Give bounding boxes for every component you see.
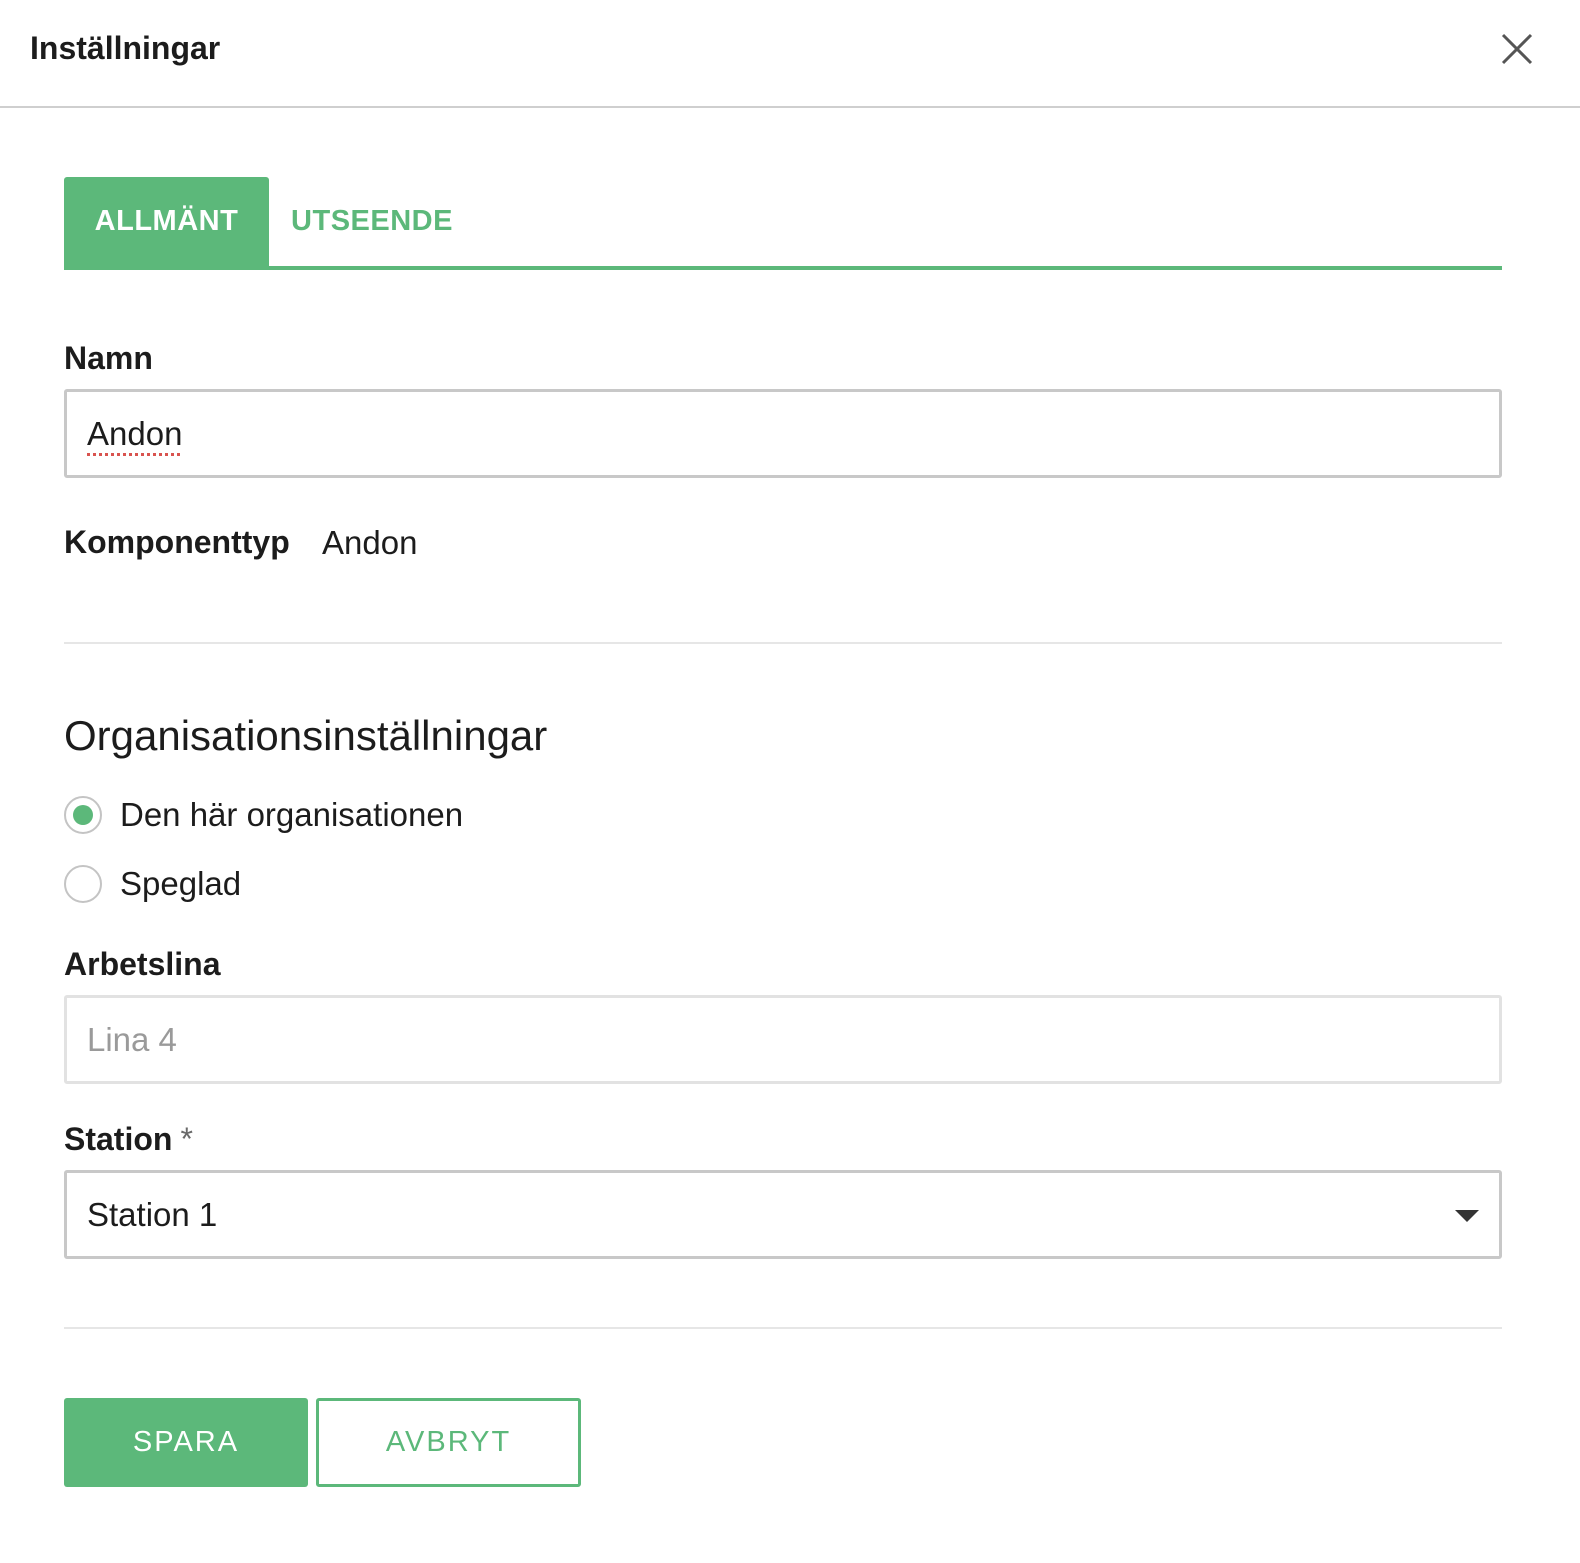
station-label-text: Station	[64, 1121, 173, 1157]
name-input[interactable]: Andon	[64, 389, 1502, 478]
dialog-title: Inställningar	[30, 30, 221, 66]
radio-label: Speglad	[120, 865, 242, 902]
cancel-button[interactable]: AVBRYT	[316, 1398, 581, 1487]
name-label: Namn	[64, 340, 153, 376]
close-button[interactable]	[1496, 28, 1538, 70]
save-button[interactable]: SPARA	[64, 1398, 308, 1487]
chevron-down-icon	[1455, 1210, 1479, 1222]
tab-bar: ALLMÄNT UTSEENDE	[64, 177, 1502, 270]
station-label: Station *	[64, 1121, 193, 1158]
work-line-label: Arbetslina	[64, 946, 221, 982]
radio-dot-icon	[73, 805, 93, 825]
component-type-label: Komponenttyp	[64, 524, 290, 560]
organization-settings-heading: Organisationsinställningar	[64, 712, 548, 759]
work-line-input: Lina 4	[64, 995, 1502, 1084]
work-line-value: Lina 4	[87, 1020, 177, 1058]
radio-mirrored[interactable]: Speglad	[64, 865, 241, 903]
component-type-value: Andon	[322, 524, 418, 561]
radio-button-selected[interactable]	[64, 796, 102, 834]
required-marker: *	[180, 1121, 193, 1157]
station-select[interactable]: Station 1	[64, 1170, 1502, 1259]
section-divider	[64, 642, 1502, 644]
tab-general[interactable]: ALLMÄNT	[64, 177, 269, 266]
station-select-value: Station 1	[87, 1195, 218, 1233]
tab-appearance[interactable]: UTSEENDE	[269, 177, 475, 266]
radio-this-organization[interactable]: Den här organisationen	[64, 796, 463, 834]
footer-divider	[64, 1327, 1502, 1329]
radio-button[interactable]	[64, 865, 102, 903]
dialog-header: Inställningar	[0, 0, 1580, 108]
radio-label: Den här organisationen	[120, 796, 464, 833]
name-input-value: Andon	[87, 414, 183, 452]
close-icon	[1501, 33, 1533, 65]
